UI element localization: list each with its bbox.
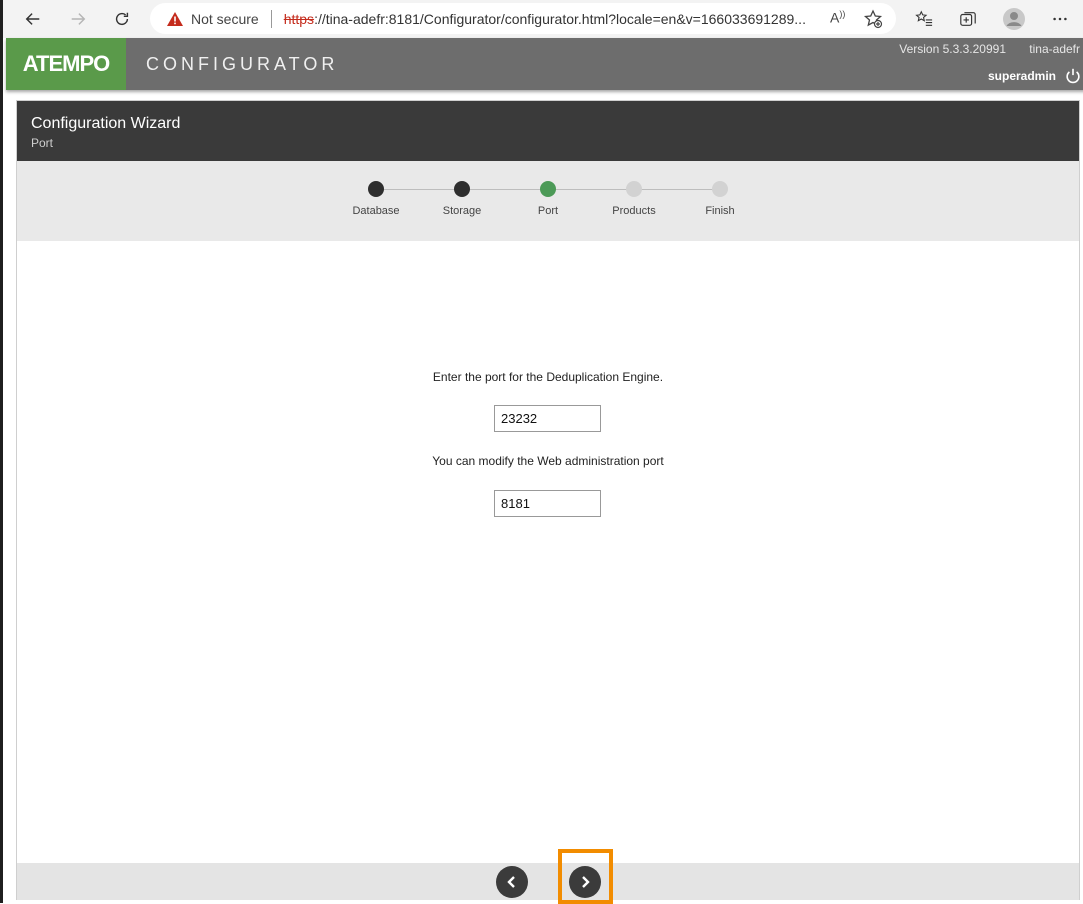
favorites-list-icon (915, 10, 933, 26)
browser-toolbar: Not secure https://tina-adefr:8181/Confi… (3, 0, 1083, 38)
read-aloud-icon[interactable]: A)) (830, 9, 850, 29)
refresh-icon (115, 12, 129, 26)
step-label: Storage (442, 205, 482, 217)
more-menu-button[interactable] (1048, 7, 1072, 31)
wizard-header: Configuration Wizard Port (17, 101, 1079, 161)
refresh-button[interactable] (103, 0, 141, 38)
wizard-content: Enter the port for the Deduplication Eng… (17, 241, 1079, 863)
power-icon[interactable] (1064, 67, 1082, 85)
collections-icon (960, 12, 976, 26)
url-scheme: https (283, 10, 315, 27)
arrow-left-icon (25, 13, 40, 25)
step-dot (454, 181, 470, 197)
step-products: Products (594, 181, 674, 217)
user-label: superadmin (987, 69, 1056, 83)
step-database: Database (336, 181, 416, 217)
window-frame: Not secure https://tina-adefr:8181/Confi… (0, 0, 1083, 904)
app-header: ATEMPO CONFIGURATOR Version 5.3.3.20991 … (6, 38, 1083, 90)
wizard-stepper: Database Storage Port Products Finish (17, 161, 1079, 241)
step-dot (626, 181, 642, 197)
step-dot (540, 181, 556, 197)
version-label: Version 5.3.3.20991 (899, 42, 1006, 56)
step-finish: Finish (680, 181, 760, 217)
step-label: Port (537, 205, 559, 217)
dedup-port-input[interactable] (494, 405, 601, 432)
chevron-left-icon (507, 876, 515, 888)
forward-button[interactable] (59, 0, 97, 38)
wizard-subtitle: Port (31, 136, 54, 150)
step-dot (368, 181, 384, 197)
url-text: ://tina-adefr:8181/Configurator/configur… (314, 10, 806, 27)
next-button[interactable] (569, 866, 601, 898)
wizard-panel: Configuration Wizard Port Database Stora… (16, 100, 1080, 904)
warning-icon (167, 11, 183, 26)
chevron-right-icon (582, 876, 590, 888)
step-label: Finish (705, 205, 735, 217)
step-label: Database (352, 205, 400, 217)
back-button[interactable] (14, 0, 52, 38)
step-storage: Storage (422, 181, 502, 217)
logo-text: ATEMPO (22, 51, 110, 76)
favorites-button[interactable] (912, 7, 936, 31)
dedup-port-label: Enter the port for the Deduplication Eng… (432, 370, 664, 384)
wizard-footer (17, 849, 1079, 904)
address-bar[interactable]: Not secure https://tina-adefr:8181/Confi… (150, 3, 896, 34)
web-port-input[interactable] (494, 490, 601, 517)
arrow-right-icon (71, 13, 86, 25)
logo: ATEMPO (6, 38, 126, 90)
wizard-title: Configuration Wizard (31, 115, 181, 132)
step-label: Products (612, 205, 656, 217)
more-icon (1053, 17, 1067, 21)
profile-button[interactable] (1002, 7, 1026, 31)
previous-button[interactable] (496, 866, 528, 898)
address-separator (270, 9, 272, 28)
collections-button[interactable] (956, 7, 980, 31)
security-status[interactable]: Not secure (191, 11, 259, 27)
favorite-add-icon[interactable] (863, 9, 883, 29)
host-label: tina-adefr (1029, 42, 1080, 56)
avatar-icon (1003, 8, 1025, 30)
step-port: Port (508, 181, 588, 217)
app-title: CONFIGURATOR (146, 54, 339, 74)
step-dot (712, 181, 728, 197)
web-port-label: You can modify the Web administration po… (432, 454, 664, 468)
